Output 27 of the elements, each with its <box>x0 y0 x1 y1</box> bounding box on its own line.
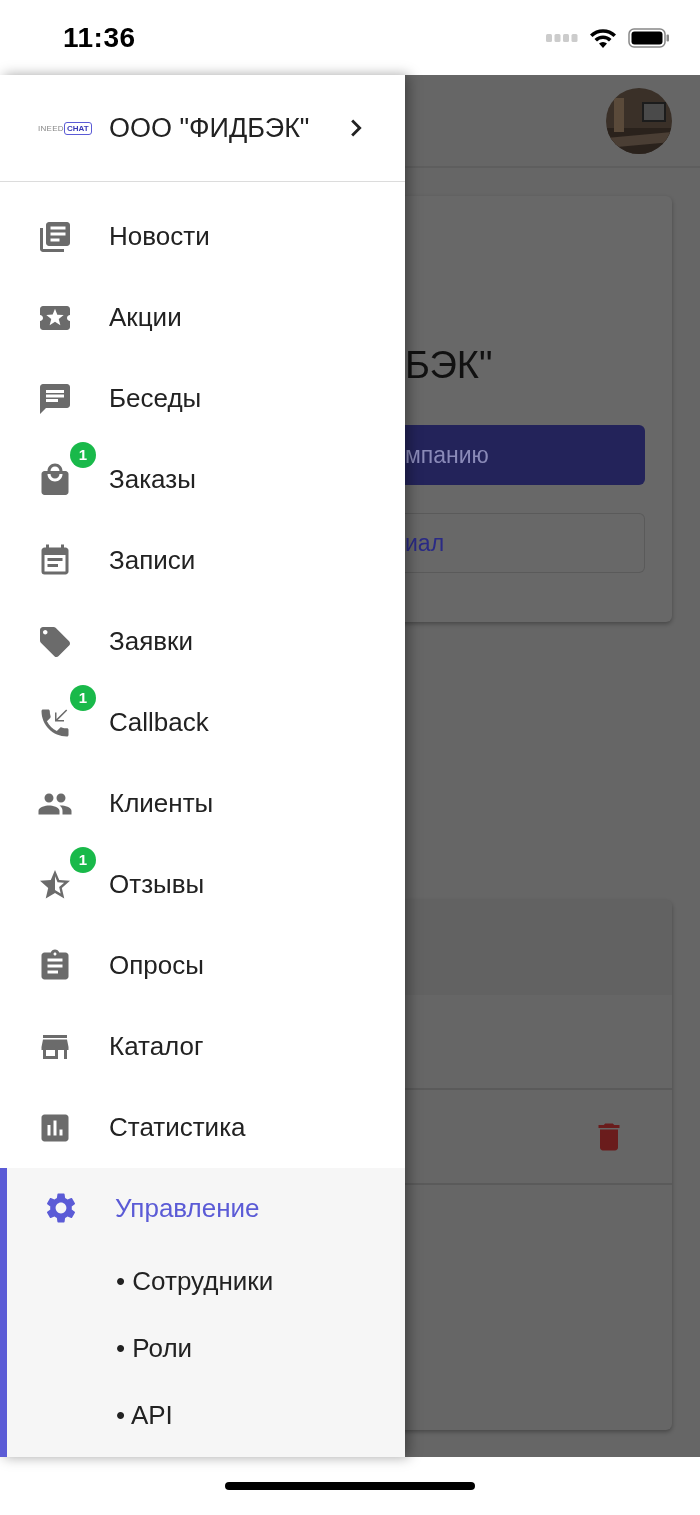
menu-item[interactable]: Новости <box>0 196 405 277</box>
submenu-item[interactable]: • Сотрудники <box>116 1248 274 1315</box>
count-badge: 1 <box>70 846 96 873</box>
battery-icon <box>628 27 670 48</box>
menu-item[interactable]: 1 Callback <box>0 682 405 763</box>
menu-item[interactable]: Акции <box>0 277 405 358</box>
status-time: 11:36 <box>63 21 136 54</box>
menu-item[interactable]: Управление <box>7 1168 405 1248</box>
count-badge: 1 <box>70 684 96 711</box>
menu-item[interactable]: Каталог <box>0 1006 405 1087</box>
company-switcher[interactable]: ООО "ФИДБЭК" <box>109 111 374 145</box>
menu-item[interactable]: Заявки <box>0 601 405 682</box>
company-title: БЭК" <box>405 344 494 387</box>
menu-item[interactable]: Записи <box>0 520 405 601</box>
menu-item[interactable]: Опросы <box>0 925 405 1006</box>
submenu-item[interactable]: • API <box>116 1382 173 1449</box>
logo: INEED CHAT <box>38 121 109 135</box>
primary-button[interactable]: мпанию <box>405 425 645 485</box>
count-badge: 1 <box>70 441 96 468</box>
menu-item[interactable]: Клиенты <box>0 763 405 844</box>
menu-item[interactable]: 1 Отзывы <box>0 844 405 925</box>
menu-item[interactable]: Беседы <box>0 358 405 439</box>
menu-item[interactable]: Статистика <box>0 1087 405 1168</box>
signal-icon <box>546 33 578 42</box>
wifi-icon <box>590 27 616 48</box>
submenu-item[interactable]: • Роли <box>116 1315 193 1382</box>
menu-item[interactable]: 1 Заказы <box>0 439 405 520</box>
